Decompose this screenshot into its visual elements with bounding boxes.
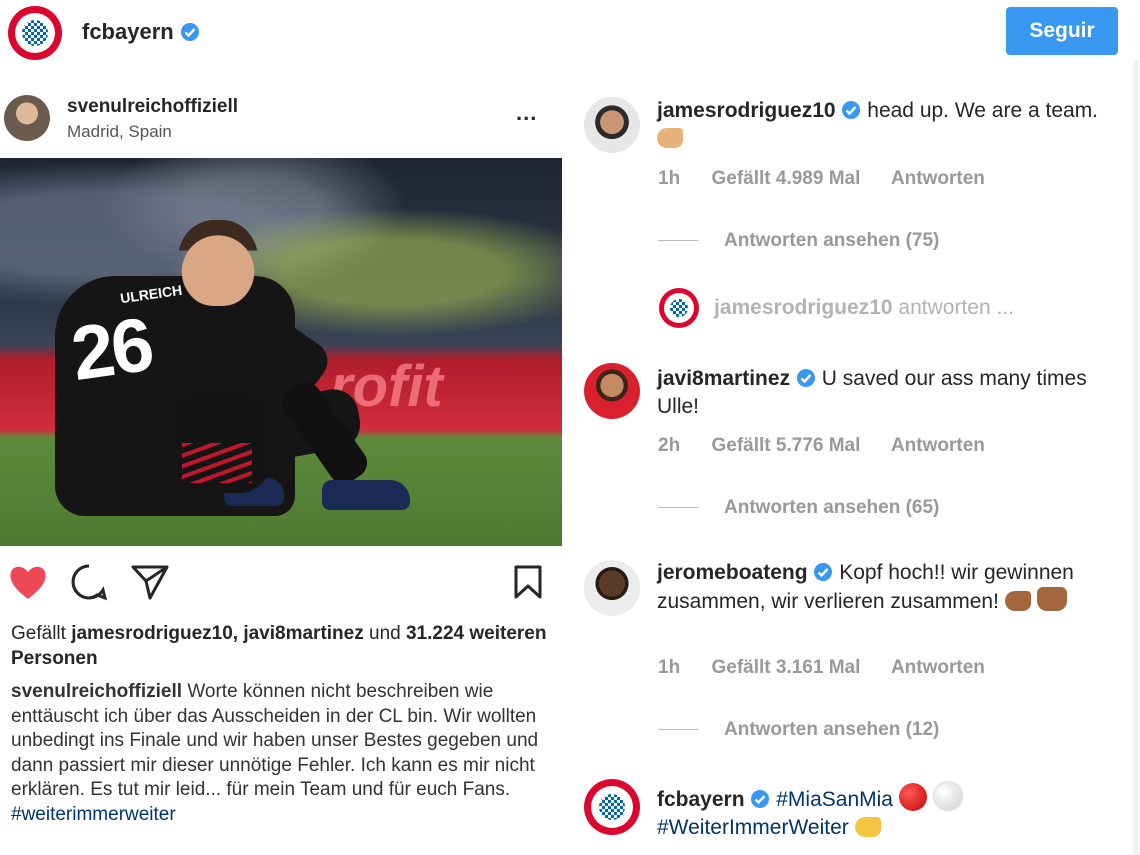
comment-avatar-jamesrodriguez10[interactable] [584,97,640,153]
comment-meta: 1h Gefällt 3.161 Mal Antworten [658,657,1011,679]
likes-count[interactable]: 31.224 [406,623,464,644]
verified-badge-icon [751,790,770,808]
comment-user[interactable]: jeromeboateng [657,561,808,584]
white-circle-emoji-icon [932,781,963,811]
comment-likes[interactable]: Gefällt 4.989 Mal [711,168,860,189]
post-author-name[interactable]: svenulreichoffiziell [67,96,238,118]
reply-avatar [659,288,699,328]
header-account-label[interactable]: fcbayern [82,19,174,44]
view-replies-label[interactable]: Antworten ansehen (75) [724,230,939,251]
comment-jeromeboateng: jeromeboateng Kopf hoch!! wir gewinnen z… [657,559,1087,616]
follow-button[interactable]: Seguir [1006,7,1118,55]
heart-icon[interactable] [8,563,48,601]
comment-avatar-javi8martinez[interactable] [584,363,640,419]
muscle-emoji-icon [1004,591,1031,611]
reply-button[interactable]: Antworten [891,168,985,189]
comment-meta: 1h Gefällt 4.989 Mal Antworten [658,168,1011,190]
reply-button[interactable]: Antworten [891,435,985,456]
player-head [178,220,258,306]
comment-user[interactable]: jamesrodriguez10 [657,99,836,122]
header-account-name[interactable]: fcbayern [82,19,200,45]
likes-prefix: Gefällt [11,623,66,644]
likes-summary: Gefällt jamesrodriguez10, javi8martinez … [11,621,551,671]
divider-line [658,729,698,731]
view-replies-button[interactable]: Antworten ansehen (12) [658,719,965,741]
pray-emoji-icon [1036,587,1067,611]
post-location[interactable]: Madrid, Spain [67,122,172,142]
comment-text: head up. We are a team. [867,99,1099,122]
bookmark-icon[interactable] [513,564,543,600]
view-replies-label[interactable]: Antworten ansehen (12) [724,719,939,740]
caption-hashtag[interactable]: #weiterimmerweiter [11,804,176,825]
comment-user[interactable]: javi8martinez [657,367,790,390]
comment-time[interactable]: 1h [658,168,680,189]
comment-meta: 2h Gefällt 5.776 Mal Antworten [658,435,1011,457]
verified-badge-icon [180,23,199,41]
post-photo[interactable]: rofit ULREICH 26 [0,158,562,546]
comment-fcbayern: fcbayern #MiaSanMia #WeiterImmerWeiter [657,781,1087,842]
comment-jamesrodriguez10: jamesrodriguez10 head up. We are a team. [657,97,1127,153]
comment-hashtag[interactable]: #MiaSanMia [776,788,893,811]
reply-placeholder-user: jamesrodriguez10 [714,296,893,319]
shorts-stripes [182,443,252,483]
muscle-emoji-icon [657,128,683,148]
reply-input[interactable]: jamesrodriguez10 antworten ... [714,296,1014,320]
verified-badge-icon [842,101,861,119]
comment-javi8martinez: javi8martinez U saved our ass many times… [657,365,1127,421]
verified-badge-icon [814,563,833,581]
view-replies-button[interactable]: Antworten ansehen (65) [658,497,965,519]
comment-avatar-jeromeboateng[interactable] [584,560,640,616]
comment-user[interactable]: fcbayern [657,788,745,811]
more-options-icon[interactable]: ... [516,100,537,126]
fcbayern-avatar[interactable] [8,6,62,60]
ad-board: rofit [330,354,443,419]
likes-names[interactable]: jamesrodriguez10, javi8martinez [71,623,364,644]
reply-button[interactable]: Antworten [891,657,985,678]
red-circle-emoji-icon [898,783,927,811]
view-replies-button[interactable]: Antworten ansehen (75) [658,230,965,252]
caption-author[interactable]: svenulreichoffiziell [11,681,182,702]
post-author-avatar[interactable] [4,95,50,141]
view-replies-label[interactable]: Antworten ansehen (65) [724,497,939,518]
divider-line [658,507,698,509]
share-icon[interactable] [130,563,170,601]
verified-badge-icon [796,369,815,387]
scrollbar-track[interactable] [1133,60,1139,855]
comment-time[interactable]: 1h [658,657,680,678]
comment-hashtag[interactable]: #WeiterImmerWeiter [657,816,849,839]
comment-time[interactable]: 2h [658,435,680,456]
jersey-number: 26 [66,301,157,398]
divider-line [658,240,698,242]
comment-likes[interactable]: Gefällt 5.776 Mal [711,435,860,456]
reply-placeholder-suffix: antworten ... [898,296,1014,319]
likes-and: und [369,623,401,644]
post-caption: svenulreichoffiziell Worte können nicht … [11,680,546,827]
muscle-emoji-icon [854,817,881,837]
comment-icon[interactable] [70,563,108,601]
player-boot [322,480,410,510]
comment-likes[interactable]: Gefällt 3.161 Mal [711,657,860,678]
comment-avatar-fcbayern[interactable] [584,779,640,835]
